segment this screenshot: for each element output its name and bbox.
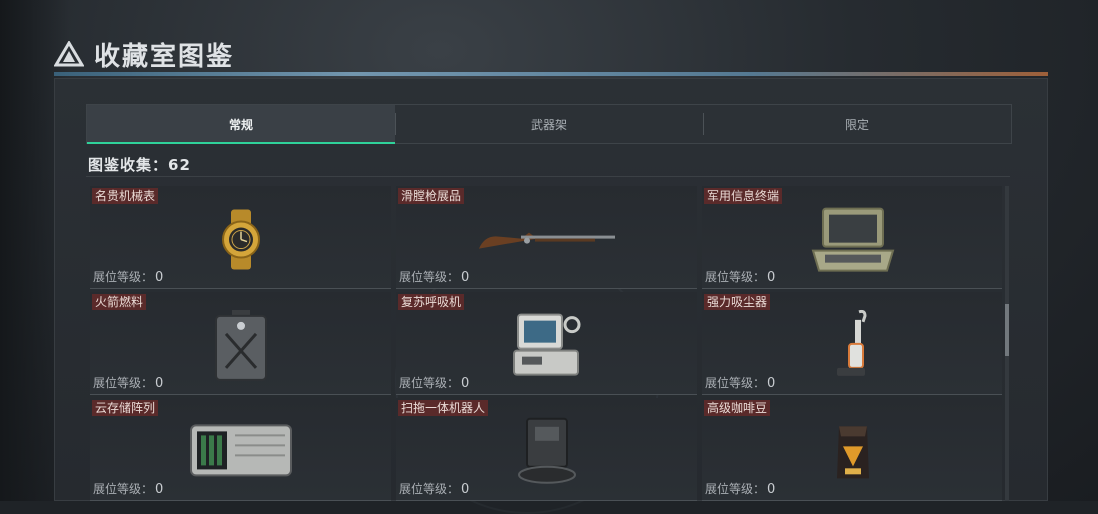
item-name: 强力吸尘器 (704, 294, 771, 310)
level-value: 0 (461, 376, 470, 391)
item-card[interactable]: 云存储阵列 展位等级： 0 (90, 398, 391, 501)
item-card[interactable]: 高级咖啡豆 展位等级： 0 (702, 398, 1002, 501)
level-value: 0 (461, 270, 470, 285)
item-name: 复苏呼吸机 (398, 294, 465, 310)
level-value: 0 (155, 482, 164, 497)
level-value: 0 (767, 270, 776, 285)
vacuum-cleaner-icon (836, 309, 867, 376)
item-card[interactable]: 复苏呼吸机 展位等级： 0 (396, 292, 697, 395)
level-value: 0 (155, 376, 164, 391)
item-level: 展位等级： 0 (399, 374, 469, 391)
level-label: 展位等级： (705, 376, 766, 390)
page-header: 收藏室图鉴 (54, 36, 234, 72)
level-label: 展位等级： (399, 270, 460, 284)
item-level: 展位等级： 0 (705, 374, 775, 391)
level-label: 展位等级： (93, 482, 154, 496)
header-divider (54, 72, 1048, 76)
ventilator-icon (512, 313, 580, 376)
level-label: 展位等级： (93, 270, 154, 284)
scroll-thumb[interactable] (1005, 304, 1009, 356)
count-divider (86, 176, 1010, 177)
level-label: 展位等级： (93, 376, 154, 390)
mop-robot-icon (517, 417, 576, 484)
gold-watch-icon (221, 209, 260, 270)
item-name: 军用信息终端 (704, 188, 783, 204)
tab-label: 常规 (228, 117, 253, 132)
item-level: 展位等级： 0 (93, 374, 163, 391)
item-name: 火箭燃料 (92, 294, 147, 310)
item-name: 高级咖啡豆 (704, 400, 771, 416)
item-name: 名贵机械表 (92, 188, 159, 204)
item-level: 展位等级： 0 (93, 268, 163, 285)
storage-array-icon (189, 424, 292, 477)
item-name: 滑膛枪展品 (398, 188, 465, 204)
level-label: 展位等级： (705, 270, 766, 284)
item-level: 展位等级： 0 (93, 480, 163, 497)
item-card[interactable]: 扫拖一体机器人 展位等级： 0 (396, 398, 697, 501)
item-level: 展位等级： 0 (705, 268, 775, 285)
triangle-logo-icon (54, 41, 84, 67)
level-value: 0 (461, 482, 470, 497)
tab-regular[interactable]: 常规 (87, 105, 395, 144)
item-name: 扫拖一体机器人 (398, 400, 489, 416)
tab-weapon-rack[interactable]: 武器架 (395, 105, 703, 143)
level-value: 0 (155, 270, 164, 285)
musket-icon (478, 232, 615, 249)
scrollbar[interactable] (1005, 186, 1009, 501)
collection-count: 图鉴收集：62 (88, 154, 191, 175)
tab-limited[interactable]: 限定 (703, 105, 1011, 143)
item-grid: 名贵机械表 展位等级： 0 滑膛枪展品 展位等级： 0 军用信息终端 展位等级：… (90, 186, 1002, 501)
tab-label: 武器架 (530, 117, 567, 132)
category-tabs: 常规 武器架 限定 (86, 104, 1012, 144)
level-label: 展位等级： (399, 376, 460, 390)
military-terminal-icon (811, 207, 894, 272)
item-name: 云存储阵列 (92, 400, 159, 416)
item-card[interactable]: 名贵机械表 展位等级： 0 (90, 186, 391, 289)
coffee-bean-bag-icon (836, 426, 869, 479)
item-level: 展位等级： 0 (399, 268, 469, 285)
collection-count-value: 62 (168, 156, 191, 174)
item-card[interactable]: 滑膛枪展品 展位等级： 0 (396, 186, 697, 289)
item-card[interactable]: 火箭燃料 展位等级： 0 (90, 292, 391, 395)
level-label: 展位等级： (705, 482, 766, 496)
level-label: 展位等级： (399, 482, 460, 496)
level-value: 0 (767, 376, 776, 391)
item-card[interactable]: 强力吸尘器 展位等级： 0 (702, 292, 1002, 395)
fuel-can-icon (214, 309, 267, 381)
item-level: 展位等级： 0 (399, 480, 469, 497)
item-level: 展位等级： 0 (705, 480, 775, 497)
item-card[interactable]: 军用信息终端 展位等级： 0 (702, 186, 1002, 289)
level-value: 0 (767, 482, 776, 497)
page-title: 收藏室图鉴 (94, 41, 235, 72)
tab-label: 限定 (844, 117, 869, 132)
collection-count-label: 图鉴收集： (88, 156, 169, 174)
